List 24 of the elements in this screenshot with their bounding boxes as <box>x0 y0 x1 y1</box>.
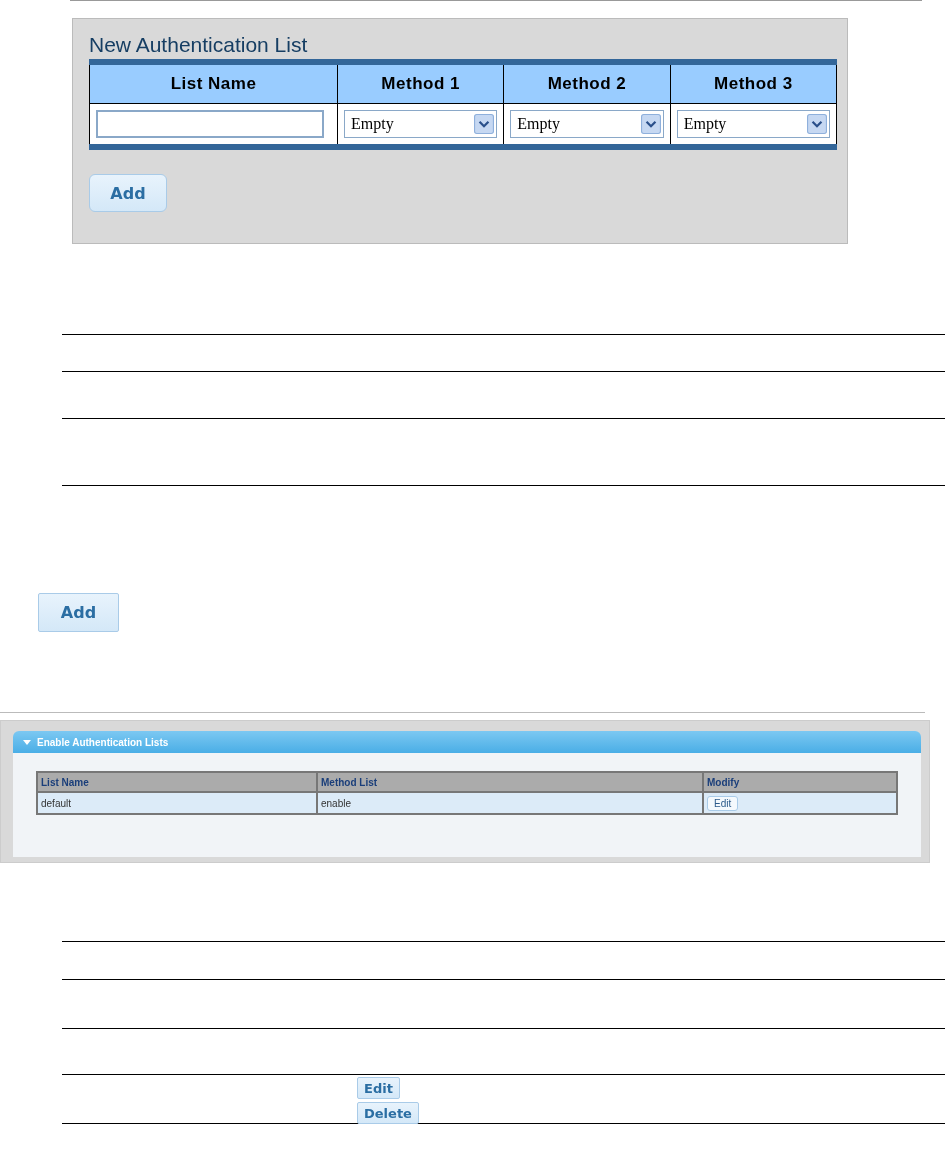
dropdown[interactable]: Empty <box>676 110 830 138</box>
caret-icon <box>640 114 661 134</box>
column-header: Method List <box>317 772 703 792</box>
add-button[interactable]: Add <box>89 174 167 212</box>
dropdown[interactable]: Empty <box>510 110 664 138</box>
table-cell: enable <box>317 792 703 814</box>
column-header: List Name <box>89 62 338 104</box>
input-field[interactable] <box>96 110 324 138</box>
column-header: Method 2 <box>503 62 671 104</box>
column-header: List Name <box>37 772 317 792</box>
column-header: Method 3 <box>670 62 837 104</box>
button[interactable]: Delete <box>357 1102 419 1124</box>
caret-icon <box>474 114 495 134</box>
collapse-triangle-icon[interactable] <box>23 739 31 745</box>
edit-button[interactable]: Edit <box>707 795 739 811</box>
table-cell: default <box>37 792 317 814</box>
dropdown[interactable]: Empty <box>344 110 498 138</box>
column-header: Modify <box>703 772 897 792</box>
button[interactable]: Edit <box>357 1077 400 1099</box>
add-button[interactable]: Add <box>38 593 119 632</box>
caret-icon <box>807 114 827 134</box>
panel-title: New Authentication List <box>89 33 309 57</box>
column-header: Method 1 <box>337 62 504 104</box>
panel-title: Enable Authentication Lists <box>37 736 169 748</box>
